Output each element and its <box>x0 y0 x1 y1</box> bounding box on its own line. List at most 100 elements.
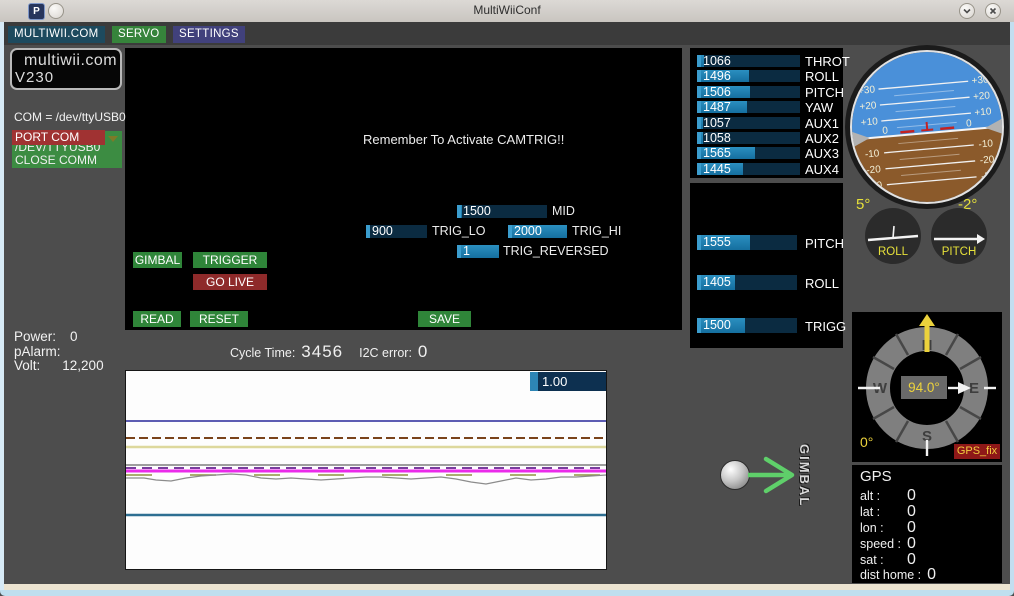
power-label: Power: <box>14 329 57 344</box>
gps-lon-label: lon : <box>860 521 884 535</box>
close-comm-button[interactable]: CLOSE COMM <box>15 153 97 167</box>
slider-thumb[interactable] <box>508 225 512 238</box>
rc-value: 1487 <box>703 101 731 113</box>
trigger-button[interactable]: TRIGGER <box>193 252 267 268</box>
rc-bar-aux4: 1445 <box>697 163 800 175</box>
close-icon <box>989 7 997 15</box>
gps-alt-label: alt : <box>860 489 881 503</box>
rc-bar-pitch: 1506 <box>697 86 800 98</box>
gps-lat-label: lat : <box>860 505 881 519</box>
rc-channels-panel: 1066 THROT 1496 ROLL 1506 PITCH 1487 YAW… <box>690 48 850 178</box>
servo-bar-roll: 1405 <box>697 275 797 290</box>
slider-trig-lo-value: 900 <box>372 225 393 238</box>
power-row: Power: 0 <box>14 329 78 344</box>
volt-label: Volt: <box>14 358 41 373</box>
cycle-time-value: 3456 <box>301 342 344 361</box>
slider-thumb[interactable] <box>366 225 370 238</box>
rc-label-roll: ROLL <box>805 69 839 84</box>
servo-bar-pitch: 1555 <box>697 235 797 250</box>
rc-value: 1506 <box>703 86 731 98</box>
rc-value: 1066 <box>703 55 731 67</box>
slider-trig-reversed-label: TRIG_REVERSED <box>503 244 609 258</box>
rc-label-aux3: AUX3 <box>805 146 839 161</box>
servo-label-trigg: TRIGG <box>805 319 847 334</box>
servo-label-pitch: PITCH <box>805 236 844 251</box>
read-button[interactable]: READ <box>133 311 181 327</box>
logo-line1: multiwii.com <box>24 52 118 69</box>
gimbal-knobs: ROLL PITCH <box>865 208 987 264</box>
gps-panel: GPS alt :0 lat :0 lon :0 speed :0 sat :0… <box>852 465 1002 583</box>
servo-value: 1500 <box>703 318 731 332</box>
close-button[interactable] <box>985 3 1001 19</box>
reset-button[interactable]: RESET <box>190 311 248 327</box>
pitch-ladder-label: +20 <box>859 100 877 112</box>
attitude-indicator: +30 +30 +20 +20 +10 +10 0 0 -10 -10 -20 … <box>845 45 1009 209</box>
cycle-time-label: Cycle Time: <box>230 346 296 360</box>
rc-value: 1565 <box>703 147 731 159</box>
servo-value: 1555 <box>703 235 731 249</box>
slider-trig-hi-value: 2000 <box>514 225 542 238</box>
servo-config-panel: Remember To Activate CAMTRIG!! 1500 MID … <box>125 48 682 330</box>
rc-bar-roll: 1496 <box>697 70 800 82</box>
i2c-error-value: 0 <box>417 342 429 361</box>
rc-value: 1445 <box>703 163 731 175</box>
gps-dist-home-value: 0 <box>927 566 937 583</box>
slider-trig-hi[interactable]: 2000 <box>508 225 567 238</box>
save-button[interactable]: SAVE <box>418 311 471 327</box>
rc-bar-aux1: 1057 <box>697 117 800 129</box>
telemetry-graph: 1.00 <box>125 370 607 570</box>
rc-value: 1058 <box>703 132 731 144</box>
status-bar: Cycle Time: 3456 I2C error: 0 <box>230 342 428 362</box>
rc-label-aux4: AUX4 <box>805 162 839 177</box>
slider-thumb[interactable] <box>457 205 461 218</box>
slider-trig-reversed[interactable]: 1 <box>457 245 499 258</box>
gimbal-button[interactable]: GIMBAL <box>133 252 182 268</box>
tab-settings[interactable]: SETTINGS <box>172 26 245 43</box>
com-port-label: COM = /dev/ttyUSB0 <box>14 110 126 124</box>
rc-bar-aux3: 1565 <box>697 147 800 159</box>
window-title: MultiWiiConf <box>473 3 541 17</box>
rc-label-aux1: AUX1 <box>805 116 839 131</box>
rc-bar-aux2: 1058 <box>697 132 800 144</box>
dropdown-arrow-icon[interactable] <box>108 136 118 142</box>
power-value: 0 <box>70 329 78 344</box>
graph-lines <box>126 420 607 517</box>
palarm-row: pAlarm: <box>14 344 75 359</box>
go-live-button[interactable]: GO LIVE <box>193 274 267 290</box>
window-border-bottom <box>0 590 1014 596</box>
compass-panel: N E S W 94.0° 0° GPS_fix <box>852 312 1002 462</box>
graph-scale-slider[interactable]: 1.00 <box>530 372 606 391</box>
rc-label-yaw: YAW <box>805 100 834 115</box>
volt-value: 12,200 <box>62 358 104 373</box>
servo-value: 1405 <box>703 275 731 289</box>
pitch-ladder-label: -10 <box>978 138 994 150</box>
slider-trig-lo[interactable]: 900 <box>366 225 427 238</box>
pitch-ladder-label: +10 <box>860 116 878 128</box>
rc-label-pitch: PITCH <box>805 85 844 100</box>
i2c-error-label: I2C error: <box>359 346 412 360</box>
servo-bar-trigg: 1500 <box>697 318 797 333</box>
servo-outputs-panel: 1555 PITCH 1405 ROLL 1500 TRIGG <box>690 183 847 348</box>
tab-multiwii-com[interactable]: MULTIWII.COM <box>8 26 105 43</box>
tab-servo[interactable]: SERVO <box>111 26 166 43</box>
rc-value: 1496 <box>703 70 731 82</box>
slider-thumb[interactable] <box>530 372 538 391</box>
window-border-left <box>0 22 4 590</box>
slider-thumb[interactable] <box>457 245 461 258</box>
slider-mid-label: MID <box>552 204 575 218</box>
slider-mid[interactable]: 1500 <box>457 205 547 218</box>
mag-declination-value: 0° <box>860 434 874 450</box>
servo-label-roll: ROLL <box>805 276 839 291</box>
gps-fix-badge: GPS_fix <box>954 444 1000 459</box>
rc-bar-yaw: 1487 <box>697 101 800 113</box>
slider-mid-value: 1500 <box>463 205 491 218</box>
camtrig-reminder: Remember To Activate CAMTRIG!! <box>363 132 565 147</box>
port-com-dropdown[interactable]: PORT COM <box>12 130 105 145</box>
compass-dial: N E S W 94.0° <box>858 314 996 456</box>
pitch-knob-label: PITCH <box>942 246 977 258</box>
pitch-ladder-label: +20 <box>973 90 991 102</box>
volt-row: Volt: 12,200 <box>14 358 104 373</box>
gps-dist-home-label: dist home : <box>860 568 922 582</box>
minimize-button[interactable] <box>959 3 975 19</box>
heading-value: 94.0° <box>908 380 940 395</box>
